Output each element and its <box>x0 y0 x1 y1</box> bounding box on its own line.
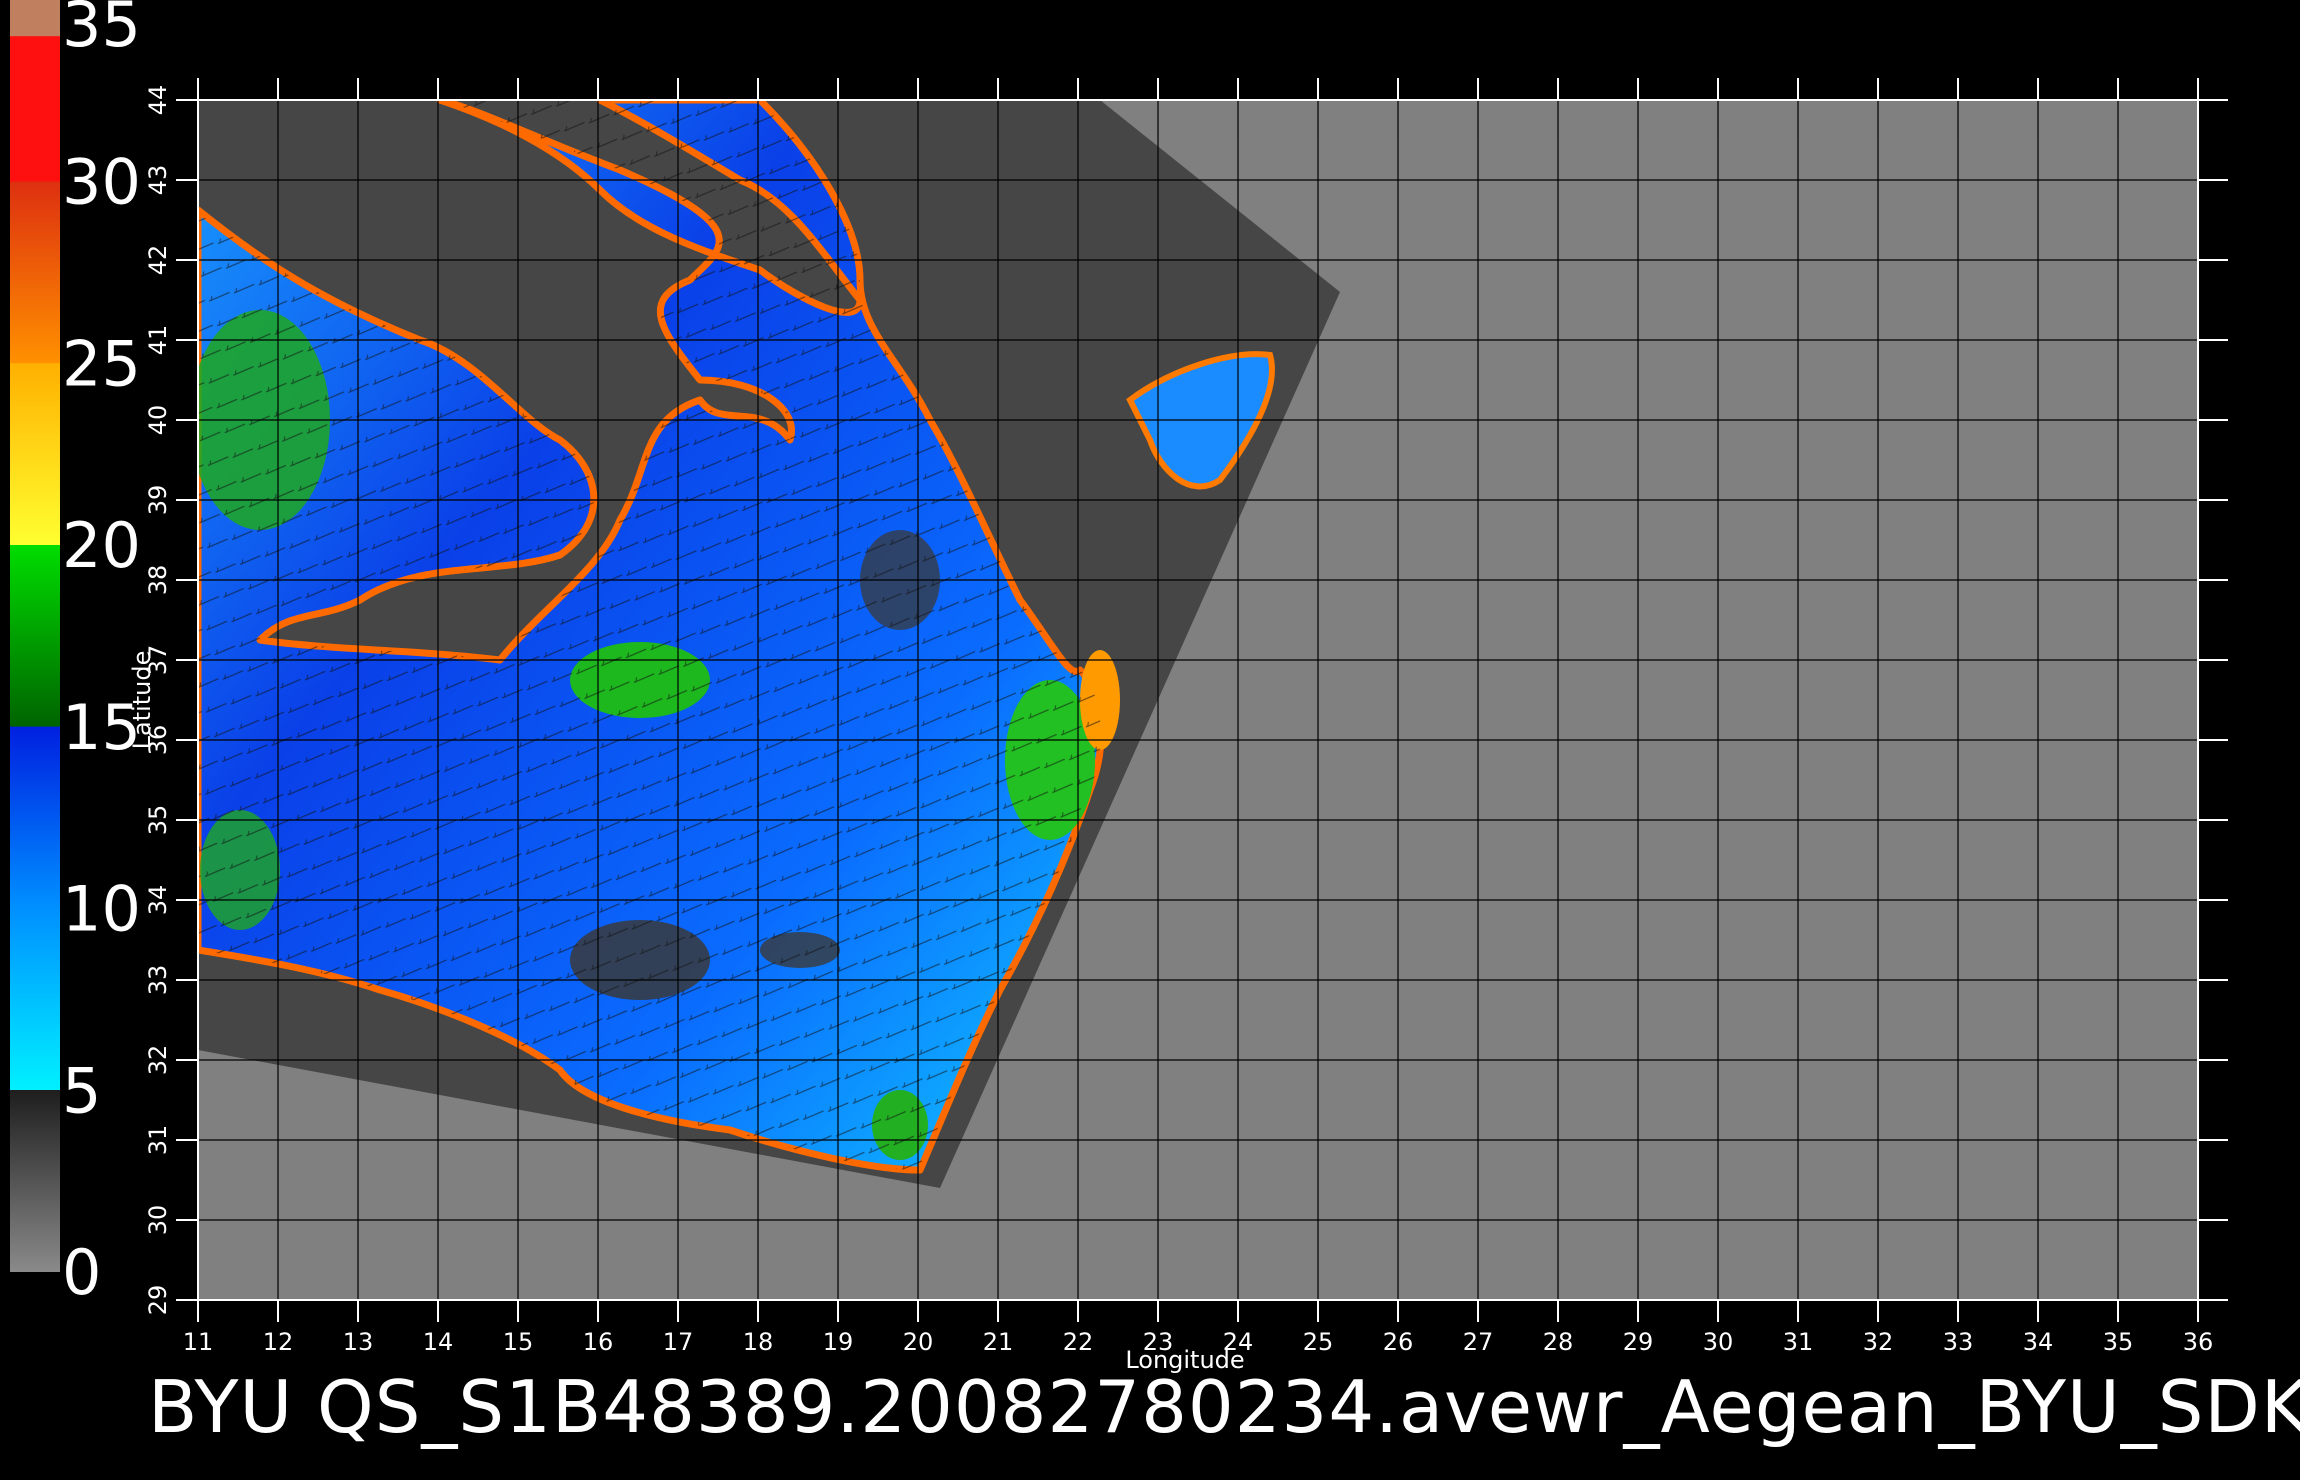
x-tick-label: 30 <box>1703 1328 1734 1356</box>
x-tick-label: 31 <box>1783 1328 1814 1356</box>
y-tick-label: 31 <box>144 1125 172 1156</box>
colorbar-tick-label: 0 <box>62 1236 101 1309</box>
y-tick-label: 30 <box>144 1205 172 1236</box>
x-tick-label: 27 <box>1463 1328 1494 1356</box>
colorbar <box>10 0 60 1272</box>
colorbar-tick-label: 35 <box>62 0 141 61</box>
y-tick-label: 33 <box>144 965 172 996</box>
x-tick-label: 16 <box>583 1328 614 1356</box>
x-tick-label: 33 <box>1943 1328 1974 1356</box>
y-axis-title: Latitude <box>128 651 156 750</box>
product-title: BYU QS_S1B48389.20082780234.avewr_Aegean… <box>148 1365 2300 1449</box>
x-tick-label: 19 <box>823 1328 854 1356</box>
x-tick-label: 21 <box>983 1328 1014 1356</box>
x-tick-label: 26 <box>1383 1328 1414 1356</box>
x-tick-label: 35 <box>2103 1328 2134 1356</box>
x-tick-label: 13 <box>343 1328 374 1356</box>
y-tick-label: 40 <box>144 405 172 436</box>
x-tick-label: 29 <box>1623 1328 1654 1356</box>
y-tick-label: 35 <box>144 805 172 836</box>
y-tick-label: 32 <box>144 1045 172 1076</box>
y-tick-label: 41 <box>144 325 172 356</box>
x-tick-label: 20 <box>903 1328 934 1356</box>
wind-speed-map: 05101520253035 11 12 13 14 15 16 17 18 19 20 21 22 2… <box>10 0 2228 1374</box>
colorbar-tick-label: 20 <box>62 509 141 582</box>
x-tick-label: 34 <box>2023 1328 2054 1356</box>
y-tick-label: 34 <box>144 885 172 916</box>
x-tick-label: 15 <box>503 1328 534 1356</box>
colorbar-tick-label: 5 <box>62 1054 101 1127</box>
x-tick-label: 25 <box>1303 1328 1334 1356</box>
y-tick-label: 43 <box>144 165 172 196</box>
y-tick-label: 29 <box>144 1285 172 1316</box>
x-tick-label: 11 <box>183 1328 214 1356</box>
x-tick-label: 18 <box>743 1328 774 1356</box>
x-tick-label: 17 <box>663 1328 694 1356</box>
colorbar-tick-label: 25 <box>62 327 141 400</box>
y-tick-label: 44 <box>144 85 172 116</box>
y-tick-label: 39 <box>144 485 172 516</box>
y-tick-label: 42 <box>144 245 172 276</box>
x-tick-label: 12 <box>263 1328 294 1356</box>
y-tick-label: 38 <box>144 565 172 596</box>
colorbar-tick-label: 10 <box>62 873 141 946</box>
x-tick-label: 32 <box>1863 1328 1894 1356</box>
x-tick-label: 14 <box>423 1328 454 1356</box>
x-tick-label: 28 <box>1543 1328 1574 1356</box>
x-tick-label: 22 <box>1063 1328 1094 1356</box>
x-tick-label: 36 <box>2183 1328 2214 1356</box>
colorbar-tick-label: 30 <box>62 146 141 219</box>
